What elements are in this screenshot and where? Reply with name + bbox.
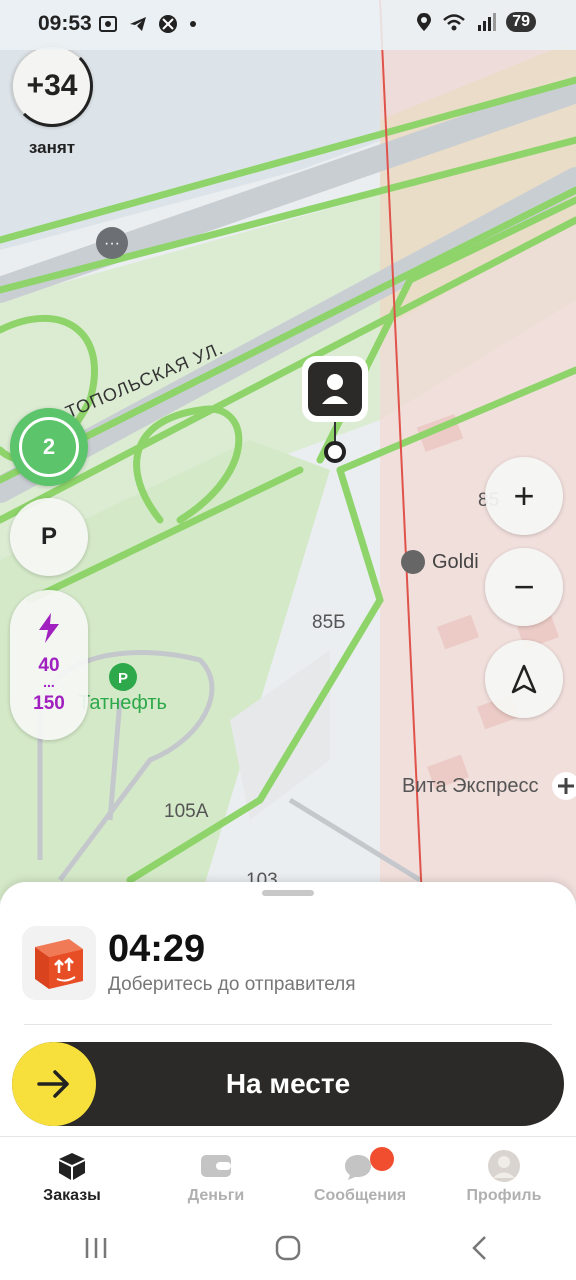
arrived-slider-button[interactable]: На месте xyxy=(12,1042,564,1126)
rating-value[interactable]: +34 xyxy=(11,45,93,127)
tab-orders[interactable]: Заказы xyxy=(0,1137,144,1209)
zoom-in-button[interactable]: + xyxy=(485,457,563,535)
tariff-dots: ... xyxy=(43,674,55,690)
home-icon[interactable] xyxy=(273,1233,303,1263)
recent-apps-icon[interactable] xyxy=(81,1235,111,1261)
avatar-icon xyxy=(488,1150,520,1182)
svg-text:···: ··· xyxy=(104,235,120,252)
driver-status: занят xyxy=(28,138,76,157)
status-right-icons: 79 xyxy=(416,12,536,32)
driver-rating[interactable]: +34 занят xyxy=(11,45,93,158)
box-icon xyxy=(59,1153,85,1180)
tab-label: Профиль xyxy=(466,1187,542,1204)
zoom-out-button[interactable]: − xyxy=(485,548,563,626)
battery-icon: 79 xyxy=(506,12,536,32)
arrived-label: На месте xyxy=(225,1068,351,1099)
tab-label: Заказы xyxy=(43,1187,101,1204)
dot-icon xyxy=(190,21,196,27)
parking-label: P xyxy=(40,523,57,550)
sheet-handle[interactable] xyxy=(262,890,314,896)
house-number: 105А xyxy=(164,801,209,822)
order-queue-button[interactable]: 2 xyxy=(10,408,88,486)
telegram-icon xyxy=(130,17,146,31)
tab-label: Сообщения xyxy=(313,1187,407,1204)
location-icon xyxy=(417,13,432,31)
lightning-icon xyxy=(39,613,59,643)
box-icon xyxy=(35,939,83,989)
status-bar: 09:53 79 xyxy=(0,0,576,50)
wallet-icon xyxy=(201,1155,231,1177)
system-nav-bar xyxy=(0,1216,576,1280)
svg-text:P: P xyxy=(118,670,128,687)
house-number: 85Б xyxy=(312,612,346,633)
wifi-icon xyxy=(443,14,466,31)
back-icon[interactable] xyxy=(465,1233,495,1263)
poi-goldi[interactable]: Goldi xyxy=(432,551,479,574)
signal-icon xyxy=(478,13,497,31)
status-time: 09:53 xyxy=(38,12,92,35)
notification-badge xyxy=(370,1147,394,1171)
zoom-in-icon: + xyxy=(513,475,535,516)
my-location-button[interactable] xyxy=(485,640,563,718)
parcel-icon xyxy=(22,926,96,1000)
poi-tatneft[interactable]: Татнефть xyxy=(78,692,167,715)
tab-money[interactable]: Деньги xyxy=(144,1137,288,1209)
poi-vita-express[interactable]: Вита Экспресс xyxy=(402,775,539,798)
queue-count: 2 xyxy=(19,417,79,477)
divider xyxy=(24,1024,552,1025)
bottom-tab-bar: Заказы Деньги Сообщения Профиль xyxy=(0,1136,576,1209)
tab-messages[interactable]: Сообщения xyxy=(288,1137,432,1209)
parking-button[interactable]: P xyxy=(10,498,88,576)
app-icon xyxy=(159,15,177,33)
status-left-icons xyxy=(98,14,198,34)
zoom-out-icon: − xyxy=(513,566,535,607)
eta-timer: 04:29 xyxy=(108,928,206,970)
tariff-bottom: 150 xyxy=(33,693,65,714)
order-sheet[interactable]: 04:29 Доберитесь до отправителя На месте… xyxy=(0,882,576,1280)
tariff-surge-button[interactable]: 40 ... 150 xyxy=(10,590,88,740)
screenshot-icon xyxy=(99,16,117,32)
order-instruction: Доберитесь до отправителя xyxy=(108,974,356,995)
tab-label: Деньги xyxy=(187,1187,245,1204)
navigation-arrow-icon xyxy=(511,664,537,694)
tab-profile[interactable]: Профиль xyxy=(432,1137,576,1209)
